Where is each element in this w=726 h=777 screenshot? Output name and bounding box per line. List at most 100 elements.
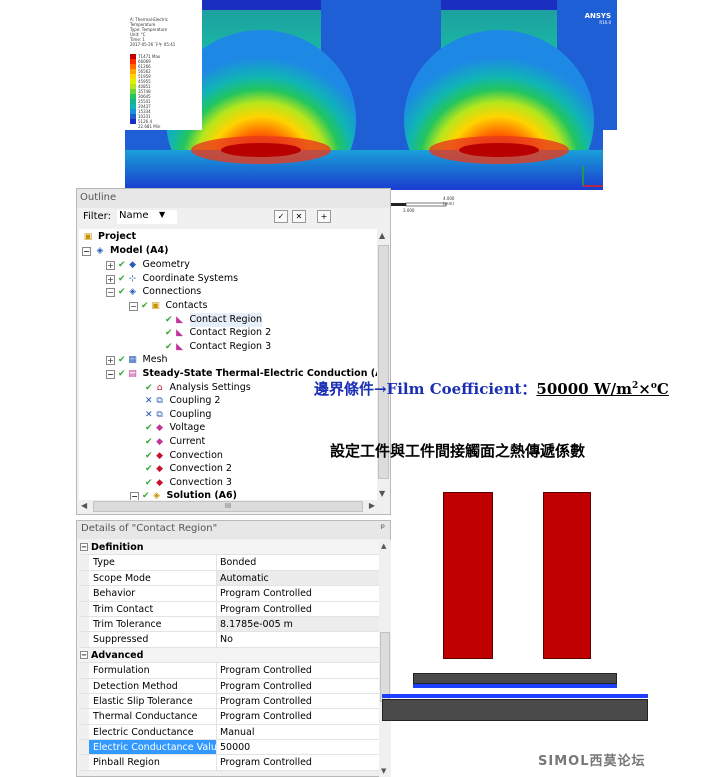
detail-row[interactable]: Elastic Slip Tolerance Program Controlled xyxy=(79,693,379,710)
scroll-up-icon[interactable]: ▲ xyxy=(379,231,385,240)
coupling-icon: ⧉ xyxy=(156,395,163,406)
collapse-icon[interactable]: − xyxy=(106,287,115,297)
tree-label: Coupling 2 xyxy=(169,395,221,406)
tree-item-contact-region[interactable]: ✔ ◣ Contact Region xyxy=(165,313,263,327)
check-icon: ✔ xyxy=(165,328,173,338)
detail-value[interactable]: Automatic xyxy=(217,570,379,586)
collapse-icon[interactable]: − xyxy=(80,650,88,659)
tree-item-voltage[interactable]: ✔ ◆ Voltage xyxy=(145,421,205,435)
detail-value[interactable]: Program Controlled xyxy=(217,755,379,769)
tree-item-convection-2[interactable]: ✔ ◆ Convection 2 xyxy=(145,462,232,476)
detail-row[interactable]: Scope Mode Automatic xyxy=(79,570,379,587)
filter-select[interactable]: Name xyxy=(117,210,177,224)
expand-icon[interactable]: + xyxy=(106,260,115,270)
tree-label: Contact Region 3 xyxy=(189,341,272,352)
collapse-icon[interactable]: − xyxy=(80,543,88,551)
expand-tree-icon[interactable]: + xyxy=(317,210,331,223)
detail-value[interactable]: 50000 xyxy=(217,740,379,754)
detail-value[interactable]: Program Controlled xyxy=(217,602,379,616)
scroll-up-icon[interactable]: ▲ xyxy=(381,542,386,550)
detail-row[interactable]: Trim Contact Program Controlled xyxy=(79,601,379,617)
expand-icon[interactable]: + xyxy=(106,355,115,365)
detail-row[interactable]: Type Bonded xyxy=(79,555,379,571)
detail-key: Electric Conductance xyxy=(89,724,217,740)
contacts-icon: ▣ xyxy=(151,300,160,311)
analysis-icon: ▤ xyxy=(128,368,137,379)
detail-row[interactable]: Pinball Region Program Controlled xyxy=(79,755,379,771)
filter-clear-icon[interactable]: ✕ xyxy=(292,210,306,223)
detail-row[interactable]: Thermal Conductance Program Controlled xyxy=(79,709,379,725)
detail-value[interactable]: Bonded xyxy=(217,555,379,569)
detail-value[interactable]: No xyxy=(217,632,379,646)
tree-item-coupling[interactable]: ✕ ⧉ Coupling xyxy=(145,408,211,422)
check-icon: ✔ xyxy=(145,464,153,474)
workpiece-plate-bottom xyxy=(382,699,648,721)
expand-icon[interactable]: − xyxy=(130,491,139,500)
tree-label: Analysis Settings xyxy=(169,382,251,393)
check-icon: ✔ xyxy=(142,491,150,500)
detail-value[interactable]: Program Controlled xyxy=(217,586,379,600)
tree-label: Mesh xyxy=(142,354,168,365)
section-advanced[interactable]: − Advanced xyxy=(79,647,379,664)
tree-item-geometry[interactable]: + ✔ ◆ Geometry xyxy=(106,258,190,272)
check-icon: ✔ xyxy=(165,315,173,325)
tree-label: Geometry xyxy=(142,259,190,270)
detail-row-selected[interactable]: Electric Conductance Value 50000 xyxy=(79,740,379,756)
detail-value[interactable]: 8.1785e-005 m xyxy=(217,616,379,632)
check-icon: ✔ xyxy=(141,301,149,311)
collapse-icon[interactable]: − xyxy=(106,369,115,379)
tree-item-convection[interactable]: ✔ ◆ Convection xyxy=(145,449,223,463)
tree-item-convection-3[interactable]: ✔ ◆ Convection 3 xyxy=(145,476,232,490)
section-definition[interactable]: − Definition xyxy=(79,540,379,556)
tree-item-contact-region-3[interactable]: ✔ ◣ Contact Region 3 xyxy=(165,340,271,354)
tree-item-solution[interactable]: − ✔ ◈ Solution (A6) xyxy=(130,489,237,500)
scroll-right-icon[interactable]: ▶ xyxy=(369,501,375,510)
details-vertical-scrollbar[interactable]: ▲ ▼ xyxy=(379,540,391,777)
contour-graphic xyxy=(125,0,617,190)
detail-row[interactable]: Formulation Program Controlled xyxy=(79,663,379,679)
detail-row[interactable]: Behavior Program Controlled xyxy=(79,586,379,602)
tree-item-mesh[interactable]: + ✔ ▦ Mesh xyxy=(106,353,168,367)
tree-horizontal-scrollbar[interactable]: ◀ III ▶ xyxy=(79,500,377,513)
detail-key: Trim Contact xyxy=(89,601,217,616)
tree-label: Convection 2 xyxy=(169,463,232,474)
tree-item-project[interactable]: ▣ Project xyxy=(82,230,136,244)
model-icon: ◈ xyxy=(96,245,104,256)
details-title-text: Details of "Contact Region" xyxy=(81,523,218,534)
tree-item-contacts[interactable]: − ✔ ▣ Contacts xyxy=(129,299,207,313)
detail-row[interactable]: Electric Conductance Manual xyxy=(79,724,379,741)
detail-value[interactable]: Program Controlled xyxy=(217,709,379,723)
scroll-thumb[interactable] xyxy=(380,632,390,702)
geometry-icon: ◆ xyxy=(129,259,136,270)
detail-row[interactable]: Suppressed No xyxy=(79,632,379,648)
tree-item-coupling-2[interactable]: ✕ ⧉ Coupling 2 xyxy=(145,394,220,408)
outline-panel: Outline Filter: Name ▼ ✓ ✕ + ▣ Project −… xyxy=(76,188,391,515)
pin-icon[interactable]: ᵖ xyxy=(381,523,385,534)
tree-item-contact-region-2[interactable]: ✔ ◣ Contact Region 2 xyxy=(165,326,271,340)
scroll-left-icon[interactable]: ◀ xyxy=(81,501,87,510)
collapse-icon[interactable]: − xyxy=(129,301,138,311)
scroll-down-icon[interactable]: ▼ xyxy=(379,489,385,498)
detail-key: Suppressed xyxy=(89,632,217,647)
detail-value[interactable]: Program Controlled xyxy=(217,679,379,693)
scroll-thumb[interactable]: III xyxy=(93,501,363,512)
collapse-icon[interactable]: − xyxy=(82,246,91,256)
temperature-contour-plot[interactable]: A: Thermal-Electric Temperature Type: Te… xyxy=(125,0,617,190)
detail-row[interactable]: Detection Method Program Controlled xyxy=(79,678,379,694)
detail-value[interactable]: Program Controlled xyxy=(217,694,379,708)
tree-item-model[interactable]: − ◈ Model (A4) xyxy=(82,244,168,258)
check-icon: ✔ xyxy=(118,355,126,365)
chevron-down-icon[interactable]: ▼ xyxy=(159,210,165,219)
tree-item-current[interactable]: ✔ ◆ Current xyxy=(145,435,205,449)
detail-value[interactable]: Manual xyxy=(217,725,379,739)
detail-value[interactable]: Program Controlled xyxy=(217,663,379,677)
detail-row[interactable]: Trim Tolerance 8.1785e-005 m xyxy=(79,616,379,633)
filter-apply-icon[interactable]: ✓ xyxy=(274,210,288,223)
scroll-down-icon[interactable]: ▼ xyxy=(381,767,386,775)
expand-icon[interactable]: + xyxy=(106,274,115,284)
tree-label: Contact Region xyxy=(189,313,263,327)
tree-item-analysis-settings[interactable]: ✔ ⌂ Analysis Settings xyxy=(145,381,251,395)
tree-item-coordinate-systems[interactable]: + ✔ ⊹ Coordinate Systems xyxy=(106,272,238,286)
detail-key: Type xyxy=(89,555,217,570)
tree-item-connections[interactable]: − ✔ ◈ Connections xyxy=(106,285,201,299)
